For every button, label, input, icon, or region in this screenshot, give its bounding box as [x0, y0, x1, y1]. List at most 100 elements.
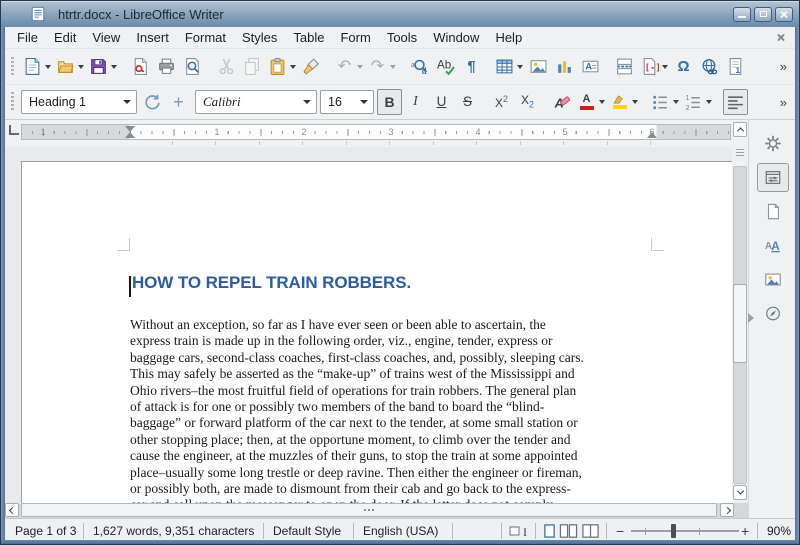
save-button[interactable] [87, 54, 119, 80]
scroll-down-button[interactable] [733, 485, 747, 500]
dropdown-arrow-icon[interactable] [662, 65, 668, 69]
dropdown-arrow-icon[interactable] [599, 100, 605, 104]
chevron-down-icon[interactable] [298, 91, 316, 113]
find-and-replace-button[interactable]: ad [407, 54, 432, 80]
new-style-button[interactable]: + [166, 89, 191, 115]
menu-file[interactable]: File [9, 28, 46, 47]
align-left-button[interactable] [723, 89, 748, 115]
dropdown-arrow-icon[interactable] [517, 65, 523, 69]
sidebar-settings-tab[interactable] [757, 129, 789, 158]
zoom-slider-handle[interactable] [671, 524, 676, 538]
insert-footnote-button[interactable]: 1 [723, 54, 748, 80]
clone-formatting-button[interactable] [299, 54, 324, 80]
styles-tab[interactable]: AA [757, 231, 789, 260]
selection-mode-icon[interactable]: I [509, 524, 531, 538]
underline-button[interactable]: U [429, 89, 454, 115]
spelling-button[interactable]: Ab [433, 54, 458, 80]
chevron-down-icon[interactable] [355, 91, 373, 113]
gallery-tab[interactable] [757, 265, 789, 294]
insert-chart-button[interactable] [552, 54, 577, 80]
toolbar-grip[interactable] [11, 57, 14, 77]
split-window-handle[interactable] [736, 149, 744, 158]
open-icon [56, 57, 75, 76]
left-indent-marker[interactable] [125, 132, 135, 138]
bold-button[interactable]: B [377, 89, 402, 115]
menu-form[interactable]: Form [332, 28, 378, 47]
menu-insert[interactable]: Insert [128, 28, 177, 47]
dropdown-arrow-icon[interactable] [78, 65, 84, 69]
zoom-slider[interactable] [631, 530, 739, 532]
scroll-up-button[interactable] [733, 122, 747, 137]
horizontal-scroll-thumb[interactable] [21, 503, 717, 517]
new-document-button[interactable] [21, 54, 53, 80]
paste-button[interactable] [266, 54, 298, 80]
maximize-button[interactable] [754, 7, 772, 22]
single-page-view-button[interactable] [543, 523, 556, 539]
clear-formatting-button[interactable]: A [549, 89, 574, 115]
properties-tab[interactable] [757, 163, 789, 192]
dropdown-arrow-icon[interactable] [111, 65, 117, 69]
menu-window[interactable]: Window [425, 28, 487, 47]
dropdown-arrow-icon[interactable] [706, 100, 712, 104]
navigator-tab[interactable] [757, 299, 789, 328]
menu-edit[interactable]: Edit [46, 28, 84, 47]
menu-format[interactable]: Format [177, 28, 234, 47]
page-break-button[interactable] [612, 54, 637, 80]
menu-tools[interactable]: Tools [379, 28, 425, 47]
insert-field-button[interactable]: [-] [638, 54, 670, 80]
insert-image-button[interactable] [526, 54, 551, 80]
strikethrough-button[interactable]: S [455, 89, 480, 115]
print-button[interactable] [154, 54, 179, 80]
dropdown-arrow-icon[interactable] [673, 100, 679, 104]
scroll-left-button[interactable] [5, 503, 19, 517]
dropdown-arrow-icon[interactable] [290, 65, 296, 69]
sidebar-collapse-handle[interactable] [748, 313, 754, 323]
page-tab[interactable] [757, 197, 789, 226]
page[interactable]: HOW TO REPEL TRAIN ROBBERS. Without an e… [21, 161, 732, 503]
insert-text-box-button[interactable]: A [578, 54, 603, 80]
dropdown-arrow-icon[interactable] [390, 65, 396, 69]
standard-toolbar-overflow-button[interactable]: » [776, 57, 791, 76]
horizontal-scrollbar[interactable] [5, 503, 748, 518]
ordered-list-button[interactable]: 12 [682, 89, 714, 115]
open-button[interactable] [54, 54, 86, 80]
toolbar-grip[interactable] [11, 92, 14, 112]
menu-help[interactable]: Help [487, 28, 530, 47]
font-name-combo[interactable]: Calibri [195, 90, 317, 114]
formatting-marks-button[interactable]: ¶ [459, 54, 484, 80]
vertical-scroll-thumb[interactable] [733, 284, 747, 363]
tab-stop-selector[interactable] [9, 125, 19, 135]
dropdown-arrow-icon[interactable] [357, 65, 363, 69]
highlight-color-button[interactable] [608, 89, 640, 115]
export-pdf-button[interactable] [128, 54, 153, 80]
print-preview-button[interactable] [180, 54, 205, 80]
document-text[interactable]: Without an exception, so far as I have e… [130, 317, 584, 503]
vertical-scrollbar[interactable] [732, 120, 748, 503]
dropdown-arrow-icon[interactable] [45, 65, 51, 69]
menu-table[interactable]: Table [285, 28, 332, 47]
chevron-down-icon[interactable] [118, 91, 136, 113]
subscript-button[interactable]: X2 [515, 89, 540, 115]
special-character-button[interactable]: Ω [671, 54, 696, 80]
font-color-button[interactable]: A [575, 89, 607, 115]
minimize-button[interactable] [733, 7, 751, 22]
menu-styles[interactable]: Styles [234, 28, 285, 47]
dropdown-arrow-icon[interactable] [632, 100, 638, 104]
menu-view[interactable]: View [84, 28, 128, 47]
scroll-right-button[interactable] [720, 503, 734, 517]
italic-button[interactable]: I [403, 89, 428, 115]
book-view-button[interactable] [581, 523, 600, 539]
right-indent-marker[interactable] [647, 132, 657, 138]
superscript-button[interactable]: X2 [489, 89, 514, 115]
font-size-combo[interactable]: 16 [320, 90, 374, 114]
hyperlink-button[interactable] [697, 54, 722, 80]
formatting-toolbar-overflow-button[interactable]: » [776, 93, 791, 112]
close-button[interactable] [775, 7, 793, 22]
unordered-list-button[interactable] [649, 89, 681, 115]
text-line: of attack is for one or possibly two mem… [130, 399, 584, 415]
multi-page-view-button[interactable] [559, 523, 578, 539]
paragraph-style-combo[interactable]: Heading 1 [21, 90, 137, 114]
close-document-button[interactable] [776, 33, 785, 42]
update-style-button[interactable] [140, 89, 165, 115]
insert-table-button[interactable] [493, 54, 525, 80]
